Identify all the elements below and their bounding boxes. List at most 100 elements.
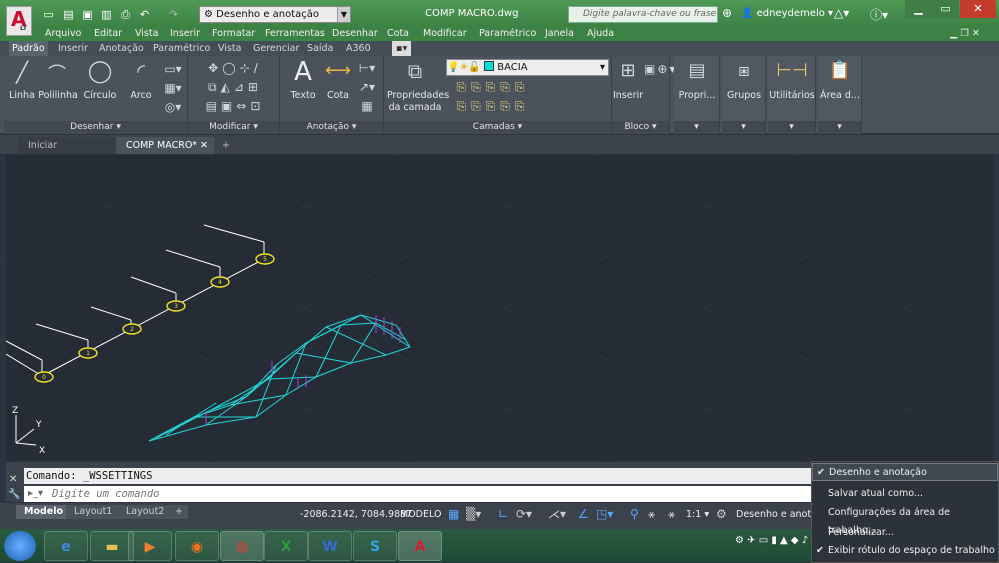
save-as-icon[interactable]: ▥ xyxy=(99,8,114,21)
workspace-menu-item-salvar[interactable]: Salvar atual como... xyxy=(812,485,998,503)
open-file-icon[interactable]: ▤ xyxy=(61,8,76,21)
taskbar-firefox-icon[interactable]: ◉ xyxy=(175,531,219,561)
menu-desenhar[interactable]: Desenhar xyxy=(332,27,378,40)
panel-utilities-expand[interactable]: ▾ xyxy=(768,121,815,134)
close-icon[interactable]: ✕ xyxy=(200,137,208,154)
menu-formatar[interactable]: Formatar xyxy=(212,27,255,40)
save-icon[interactable]: ▣ xyxy=(80,8,95,21)
properties-icon[interactable]: ▤ xyxy=(682,60,712,81)
auto-scale-icon[interactable]: ⚹ xyxy=(648,507,655,522)
taskbar-word-icon[interactable]: W xyxy=(308,531,352,561)
groups-icon[interactable]: ⧆ xyxy=(729,60,759,81)
ellipse-icon[interactable]: ◎▾ xyxy=(163,100,183,114)
search-input[interactable]: Digite palavra-chave ou frase xyxy=(568,6,718,23)
tab-layout1[interactable]: Layout1 xyxy=(66,505,121,519)
workspace-menu-item-desenho[interactable]: ✔ Desenho e anotação xyxy=(812,463,998,481)
panel-clipboard-expand[interactable]: ▾ xyxy=(818,121,861,134)
minimize-button[interactable]: ▁ xyxy=(905,0,932,18)
grid-icon[interactable]: ▦ xyxy=(448,507,459,521)
tab-iniciar[interactable]: Iniciar xyxy=(18,137,116,154)
hatch-icon[interactable]: ▦▾ xyxy=(163,81,183,95)
drawing-viewport[interactable]: 0 1 2 3 4 5 Z Y X xyxy=(6,155,993,461)
layer-tools-icon-2[interactable]: ⎘⎘⎘⎘⎘ xyxy=(448,99,538,114)
polar-icon[interactable]: ⟳▾ xyxy=(516,507,532,521)
workspace-label[interactable]: Desenho e anotaç xyxy=(736,509,822,520)
taskbar-excel-icon[interactable]: X xyxy=(264,531,308,561)
block-tools-icon[interactable]: ▣⊕▾ xyxy=(644,62,675,76)
print-icon[interactable]: ⎙ xyxy=(118,8,133,21)
layer-tools-icon[interactable]: ⎘⎘⎘⎘⎘ xyxy=(448,80,538,95)
taskbar-autocad-icon[interactable]: A xyxy=(398,531,442,561)
tab-modelo[interactable]: Modelo xyxy=(16,505,72,519)
panel-label-camadas[interactable]: Camadas ▾ xyxy=(384,121,611,134)
panel-label-anotacao[interactable]: Anotação ▾ xyxy=(280,121,383,134)
annotation-scale-icon[interactable]: ⚹ xyxy=(668,507,675,522)
windows-start-button[interactable] xyxy=(4,531,36,561)
layer-properties-icon[interactable]: ⧉ xyxy=(400,59,430,83)
help-icon[interactable]: ⓘ▾ xyxy=(870,6,888,23)
circle-icon[interactable]: ◯ xyxy=(87,59,113,84)
taskbar-skype-icon[interactable]: S xyxy=(353,531,397,561)
system-tray[interactable]: ⚙ ✈ ▭ ▮ ▲ ◆ ♪ xyxy=(735,535,808,546)
menu-cota[interactable]: Cota xyxy=(387,27,409,40)
tab-vista[interactable]: Vista xyxy=(218,41,241,56)
rectangle-icon[interactable]: ▭▾ xyxy=(163,62,183,76)
undo-icon[interactable]: ↶ xyxy=(137,8,152,21)
menu-modificar[interactable]: Modificar xyxy=(423,27,467,40)
osnap-tracking-icon[interactable]: ∠ xyxy=(578,507,589,521)
polyline-icon[interactable]: ⌒ xyxy=(44,60,70,86)
menu-arquivo[interactable]: Arquivo xyxy=(45,27,81,40)
redo-icon[interactable]: ↷ xyxy=(166,8,181,21)
arc-icon[interactable]: ◜ xyxy=(128,59,154,83)
line-icon[interactable]: ╱ xyxy=(10,60,34,84)
application-menu-button[interactable]: A LT xyxy=(6,6,32,36)
text-button[interactable]: Texto xyxy=(287,90,319,101)
coordinates-readout[interactable]: -2086.2142, 7084.9887 xyxy=(300,509,412,520)
close-button[interactable]: ✕ xyxy=(960,0,996,18)
menu-janela[interactable]: Janela xyxy=(545,27,574,40)
clipboard-icon[interactable]: 📋 xyxy=(825,60,855,81)
tab-gerenciar[interactable]: Gerenciar xyxy=(253,41,299,56)
menu-parametrico[interactable]: Paramétrico xyxy=(479,27,536,40)
insert-block-icon[interactable]: ⊞ xyxy=(615,60,641,81)
tab-saida[interactable]: Saída xyxy=(307,41,333,56)
model-space-toggle[interactable]: MODELO xyxy=(400,509,441,520)
gear-icon[interactable]: ⚙ xyxy=(716,507,727,521)
workspace-menu-item-personalizar[interactable]: Personalizar... xyxy=(812,524,998,542)
annotation-visibility-icon[interactable]: ⚲ xyxy=(630,507,639,521)
add-layout-icon[interactable]: + xyxy=(170,505,188,519)
doc-minimize-icon[interactable]: ▁ ❐ ✕ xyxy=(950,27,980,40)
wrench-icon[interactable]: 🔧 xyxy=(8,489,20,500)
groups-button[interactable]: Grupos xyxy=(722,90,766,101)
measure-icon[interactable]: ⊢⊣ xyxy=(776,60,808,81)
exchange-icon[interactable]: △▾ xyxy=(834,6,849,20)
isodraft-icon[interactable]: ⋌▾ xyxy=(548,507,566,521)
panel-properties-expand[interactable]: ▾ xyxy=(674,121,719,134)
tab-layout2[interactable]: Layout2 xyxy=(118,505,173,519)
polyline-button[interactable]: Polilinha xyxy=(38,90,78,101)
linear-dim-icon[interactable]: ⊢▾ xyxy=(356,61,378,75)
tab-anotacao[interactable]: Anotação xyxy=(99,41,144,56)
tab-a360[interactable]: A360 xyxy=(346,41,371,56)
tab-parametrico[interactable]: Paramétrico xyxy=(153,41,210,56)
workspace-menu-item-configuracoes[interactable]: Configurações da área de trabalho... xyxy=(812,504,998,536)
text-icon[interactable]: A xyxy=(289,57,317,87)
maximize-button[interactable]: ▭ xyxy=(932,0,959,18)
menu-vista[interactable]: Vista xyxy=(135,27,158,40)
tab-comp-macro[interactable]: COMP MACRO* ✕ xyxy=(116,137,214,154)
layer-properties-line2[interactable]: da camada xyxy=(387,102,443,113)
taskbar-media-icon[interactable]: ▶ xyxy=(128,531,172,561)
tab-inserir[interactable]: Inserir xyxy=(58,41,88,56)
utilities-button[interactable]: Utilitários xyxy=(768,90,816,101)
workspace-menu-item-exibir-rotulo[interactable]: ✔ Exibir rótulo do espaço de trabalho xyxy=(812,542,998,560)
close-icon[interactable]: ✕ xyxy=(9,474,17,485)
properties-button[interactable]: Propri... xyxy=(674,90,720,101)
osnap-icon[interactable]: ◳▾ xyxy=(596,507,613,521)
panel-label-bloco[interactable]: Bloco ▾ xyxy=(612,121,669,134)
new-tab-icon[interactable]: + xyxy=(218,137,236,154)
dimension-icon[interactable]: ⟷ xyxy=(324,60,352,81)
ribbon-options-icon[interactable]: ▪▾ xyxy=(392,41,412,56)
new-file-icon[interactable]: ▭ xyxy=(41,8,56,21)
circle-button[interactable]: Círculo xyxy=(83,90,117,101)
snap-icon[interactable]: ▒▾ xyxy=(466,507,481,521)
